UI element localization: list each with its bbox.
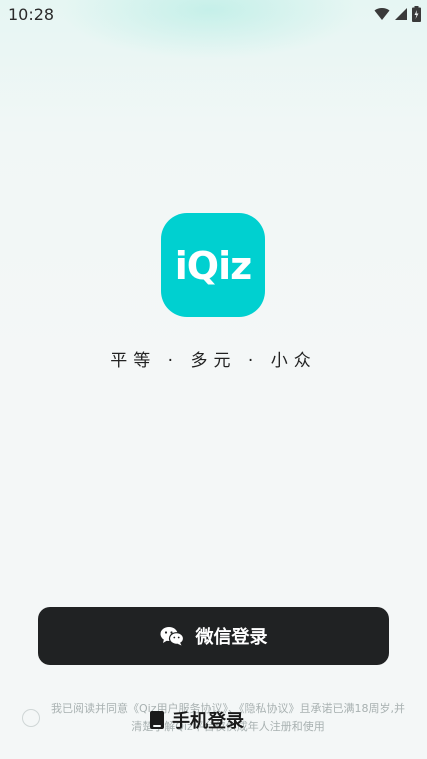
logo-text: iQiz <box>174 244 252 288</box>
phone-icon <box>150 711 164 729</box>
status-icons <box>374 6 421 22</box>
status-time: 10:28 <box>8 5 55 24</box>
phone-login-label: 手机登录 <box>172 711 244 732</box>
signal-icon <box>395 8 407 20</box>
status-bar: 10:28 <box>0 0 427 30</box>
battery-icon <box>412 6 421 22</box>
wifi-icon <box>374 8 390 20</box>
wechat-icon <box>160 627 184 646</box>
wechat-login-label: 微信登录 <box>195 627 268 648</box>
slogan: 平等 · 多元 · 小众 <box>110 351 317 371</box>
agreement-prefix: 我已阅读并同意 <box>51 702 128 715</box>
privacy-policy-link[interactable]: 《隐私协议》 <box>239 702 300 715</box>
phone-login-button[interactable]: 手机登录 <box>150 705 244 735</box>
app-logo: iQiz <box>161 213 265 317</box>
agreement-checkbox[interactable] <box>22 709 40 727</box>
wechat-login-button[interactable]: 微信登录 <box>38 607 389 665</box>
